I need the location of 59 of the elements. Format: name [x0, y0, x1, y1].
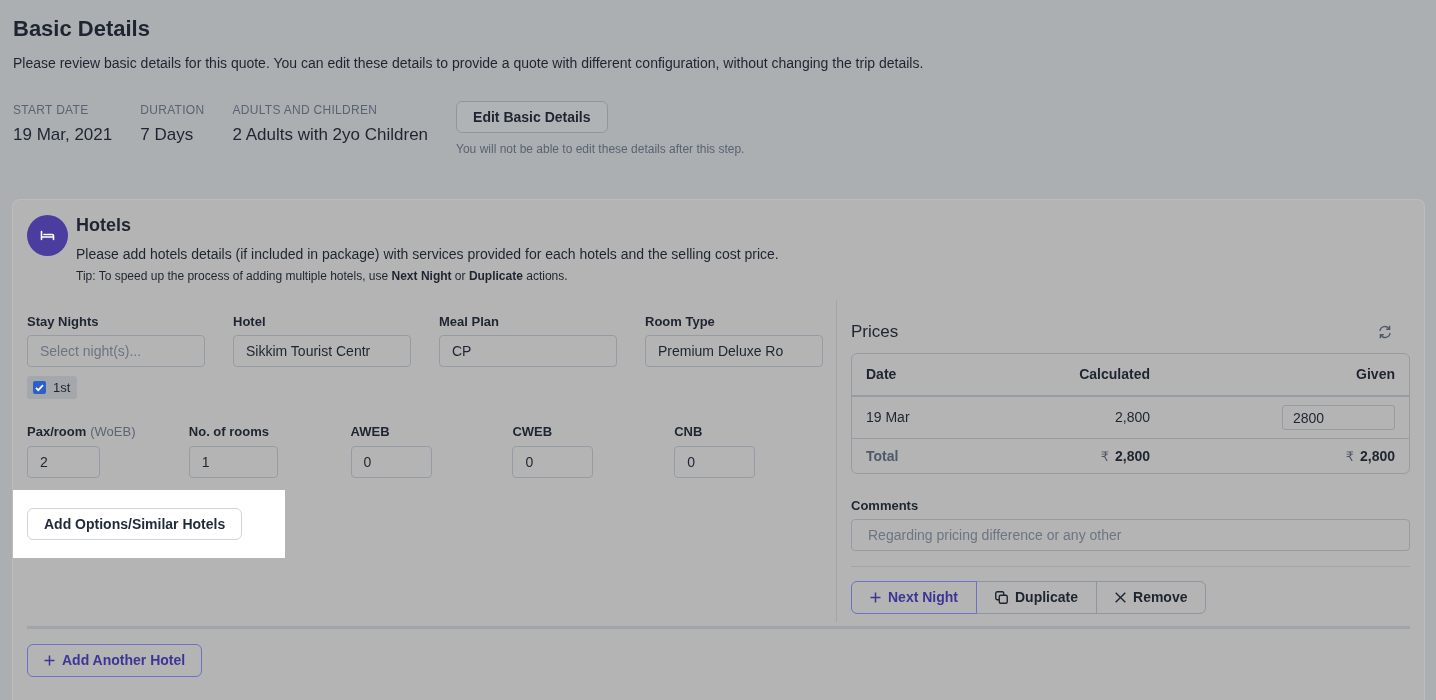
page-description: Please review basic details for this quote. You can edit these details to provide a quote with different configuration, without changing the trip details.	[12, 54, 924, 73]
currency-symbol: ₹	[1100, 447, 1109, 466]
column-header: Calculated	[1079, 365, 1150, 384]
table-cell-text: 19 Mar	[866, 408, 910, 427]
detail-label: START DATE	[13, 102, 89, 118]
number-field[interactable]: 0	[512, 446, 594, 478]
column-header: Given	[1356, 365, 1395, 384]
section-title: Hotels	[76, 214, 131, 237]
comments-field[interactable]: Regarding pricing difference or any other	[851, 519, 1410, 551]
field-label: AWEB	[350, 423, 390, 441]
action-button[interactable]: Remove	[1096, 581, 1207, 614]
comments-label: Comments	[851, 497, 919, 515]
field-label: Meal Plan	[439, 313, 499, 331]
column-header: Date	[866, 365, 897, 384]
field-label: Hotel	[233, 313, 266, 331]
section-description: Please add hotels details (if included in package) with services provided for each hotels and the selling cost price.	[76, 245, 779, 264]
currency-symbol: ₹	[1345, 447, 1354, 466]
plus-icon	[44, 655, 55, 666]
table-cell-text: 2,800	[1114, 408, 1150, 427]
add-hotel-button[interactable]: Add Another Hotel	[27, 644, 203, 677]
price-input[interactable]: 2800	[1282, 405, 1395, 430]
total-amount: 2,800	[1359, 446, 1395, 466]
action-button[interactable]: Duplicate	[976, 581, 1097, 614]
refresh-icon[interactable]	[1378, 325, 1392, 339]
edit-details-button[interactable]: Edit Basic Details	[456, 101, 608, 133]
action-button[interactable]: Next Night	[851, 581, 977, 614]
select-field[interactable]: Select night(s)...	[27, 335, 205, 367]
field-label: CWEB	[512, 423, 553, 441]
input-field[interactable]: Sikkim Tourist Centr	[233, 335, 411, 367]
number-field[interactable]: 0	[350, 446, 432, 478]
field-label: Room Type	[645, 313, 715, 331]
number-field[interactable]: 0	[674, 446, 756, 478]
number-field[interactable]: 2	[27, 446, 100, 478]
bed-icon	[27, 215, 68, 256]
field-label: No. of rooms	[188, 423, 269, 441]
input-field[interactable]: Premium Deluxe Ro	[645, 335, 823, 367]
field-label: CNB	[674, 423, 703, 441]
detail-label: DURATION	[140, 102, 205, 118]
prices-title: Prices	[851, 321, 899, 343]
copy-icon	[995, 591, 1008, 604]
field-label: Stay Nights	[27, 313, 99, 331]
total-amount: 2,800	[1114, 446, 1150, 466]
number-field[interactable]: 1	[188, 446, 278, 478]
page-title: Basic Details	[12, 15, 150, 43]
plus-icon	[870, 592, 881, 603]
checkbox[interactable]	[33, 381, 46, 394]
add-options-button[interactable]: Add Options/Similar Hotels	[27, 508, 243, 540]
night-label: 1st	[53, 379, 71, 396]
total-label: Total	[866, 446, 899, 466]
input-field[interactable]: CP	[439, 335, 617, 367]
field-hint: (WoEB)	[90, 423, 136, 441]
cross-icon	[1115, 592, 1126, 603]
field-label: Pax/room	[27, 423, 87, 441]
edit-note: You will not be able to edit these details after this step.	[456, 141, 745, 157]
tip-text: Tip: To speed up the process of adding multiple hotels, use Next Night or Duplicate actions.	[76, 268, 568, 285]
detail-value: 19 Mar, 2021	[13, 124, 113, 146]
detail-label: ADULTS AND CHILDREN	[232, 102, 378, 118]
detail-value: 2 Adults with 2yo Children	[232, 124, 429, 146]
detail-value: 7 Days	[140, 124, 194, 146]
